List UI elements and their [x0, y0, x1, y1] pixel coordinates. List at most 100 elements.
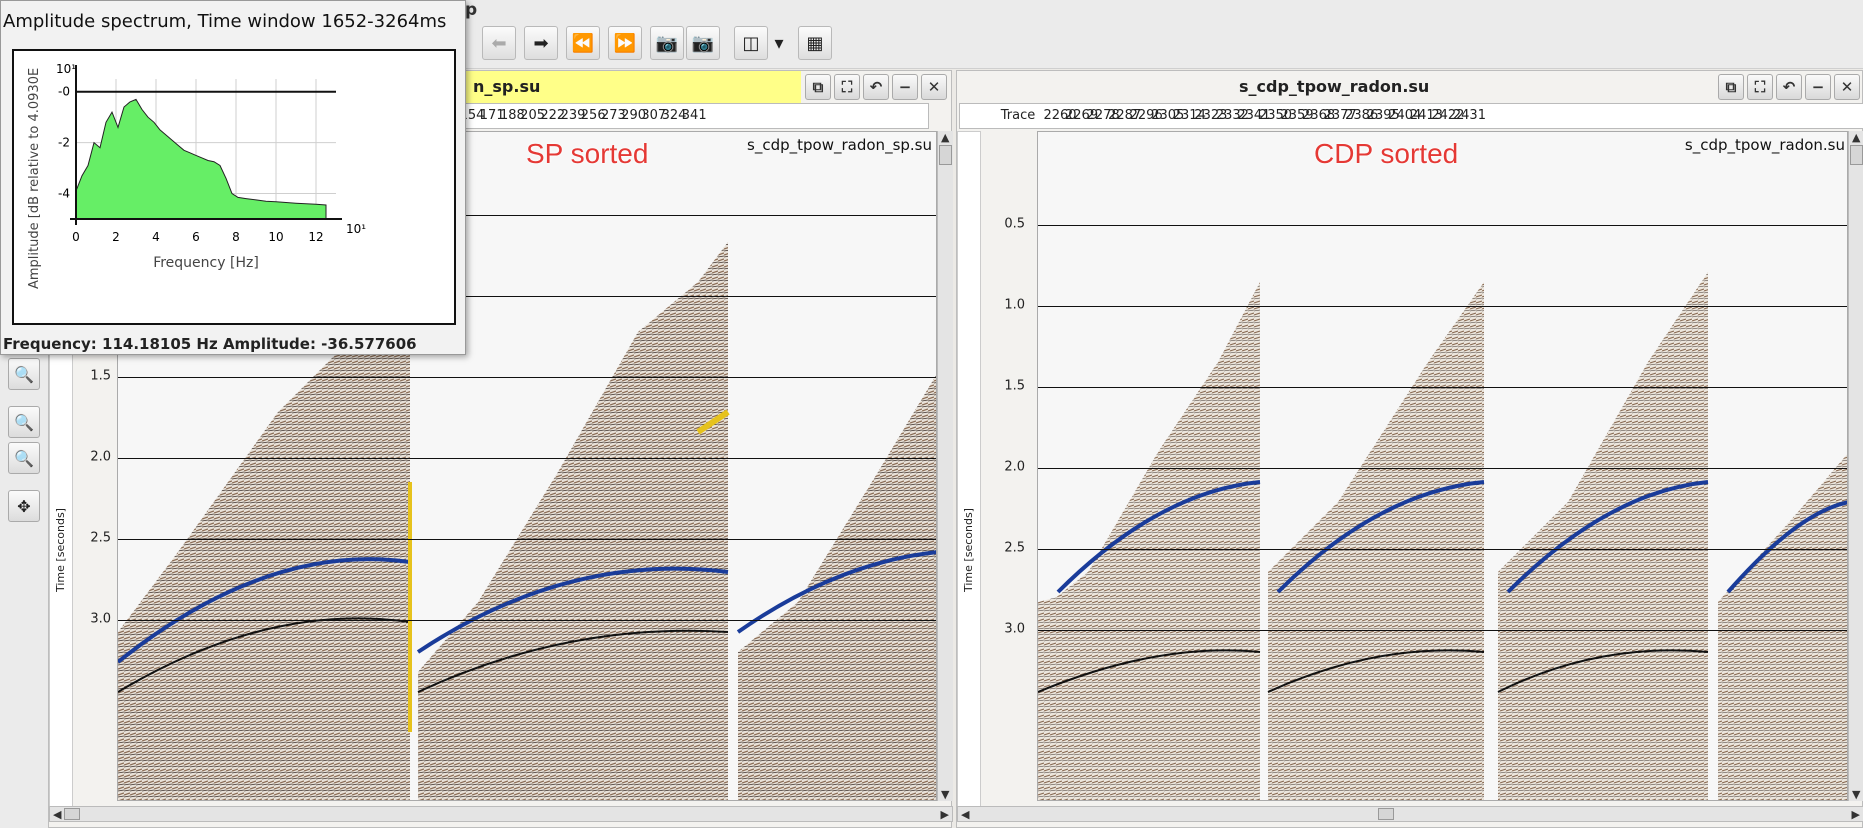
right-panel: s_cdp_tpow_radon.su ⧉ ⛶ ↶ − ✕ Trace 2260 2269…	[956, 70, 1863, 828]
step-forward-button[interactable]: ➡	[524, 26, 558, 60]
zoom-out-button[interactable]: 🔍	[8, 358, 40, 390]
left-time-axis-title: Time [seconds]	[54, 508, 67, 592]
time-tick: 0.5	[1004, 216, 1025, 232]
scroll-down-icon[interactable]: ▼	[1852, 788, 1860, 801]
right-sorted-label: CDP sorted	[1314, 138, 1459, 169]
right-seismic-image	[1038, 222, 1847, 800]
layout-dropdown[interactable]: ▾	[768, 26, 790, 60]
spectrum-x-tick-label: 12	[308, 230, 323, 244]
left-horizontal-scrollbar[interactable]: ◀ ▶	[49, 806, 953, 822]
link-button[interactable]: ⧉	[805, 74, 831, 100]
grid-layout-button[interactable]: ▦	[798, 26, 832, 60]
time-tick: 2.0	[1004, 459, 1025, 475]
right-arrow-icon: ➡	[533, 32, 549, 54]
left-panel-title: n_sp.su	[473, 77, 541, 96]
undo-button[interactable]: ↶	[863, 74, 889, 100]
close-button[interactable]: ✕	[1834, 74, 1860, 100]
snapshot-button[interactable]: 📷	[650, 26, 684, 60]
time-tick: 2.5	[90, 530, 111, 546]
scroll-thumb[interactable]	[1378, 808, 1394, 820]
trace-axis-label: Trace	[1000, 108, 1036, 123]
right-trace-axis: Trace 2260 2269 2278 2287 2296 2305 2314 2323 23…	[959, 103, 1863, 129]
spectrum-x-tick-label: 4	[152, 230, 160, 244]
time-tick: 3.0	[90, 611, 111, 627]
right-seismic-plot[interactable]: s_cdp_tpow_radon.su CDP sorted	[1037, 131, 1848, 801]
left-gridline-3.0	[118, 620, 936, 621]
time-tick: 2.0	[90, 449, 111, 465]
layout-button[interactable]: ◫	[734, 26, 768, 60]
zoom-in-button[interactable]: 🔍	[8, 406, 40, 438]
spectrum-x-tick-label: 10	[268, 230, 283, 244]
grid-icon: ▦	[806, 32, 824, 54]
time-tick: 1.5	[1004, 378, 1025, 394]
minimize-button[interactable]: −	[892, 74, 918, 100]
spectrum-chart-frame: 0 2 4 6 8 10 12 -0 -2 -4 10¹ 10¹ Frequency [Hz] Ampli…	[12, 49, 456, 325]
left-gridline-1.5	[118, 377, 936, 378]
left-gridline-2.0	[118, 458, 936, 459]
spectrum-y-tick-label: -0	[58, 85, 70, 99]
amplitude-spectrum-popup[interactable]: Amplitude spectrum, Time window 1652-326…	[0, 0, 466, 355]
right-gridline-3.0	[1038, 630, 1847, 631]
right-gridline-2.5	[1038, 549, 1847, 550]
camera-icon: 📷	[655, 32, 679, 54]
right-vertical-scrollbar[interactable]: ▲ ▼	[1848, 131, 1863, 801]
zoom-toolbar: 🔍 🔍 🔍 ✥	[0, 350, 48, 828]
camera-frame-icon: 📷	[691, 32, 715, 54]
right-panel-title: s_cdp_tpow_radon.su	[1239, 77, 1430, 96]
popup-title: Amplitude spectrum, Time window 1652-326…	[3, 11, 447, 32]
time-tick: 3.0	[1004, 621, 1025, 637]
undo-button[interactable]: ↶	[1776, 74, 1802, 100]
scroll-thumb[interactable]	[1850, 145, 1863, 165]
scroll-thumb[interactable]	[939, 145, 952, 165]
scroll-left-icon[interactable]: ◀	[53, 808, 61, 821]
step-back-button[interactable]: ⬅	[482, 26, 516, 60]
double-left-arrow-icon: ⏪	[571, 32, 595, 54]
left-arrow-icon: ⬅	[491, 32, 507, 54]
right-gridline-0.5	[1038, 225, 1847, 226]
spectrum-x-tick-label: 0	[72, 230, 80, 244]
left-vertical-scrollbar[interactable]: ▲ ▼	[937, 131, 953, 801]
right-gridline-2.0	[1038, 468, 1847, 469]
close-button[interactable]: ✕	[921, 74, 947, 100]
fast-forward-button[interactable]: ⏩	[608, 26, 642, 60]
maximize-button[interactable]: ⛶	[1747, 74, 1773, 100]
right-time-ticks: 0.5 1.0 1.5 2.0 2.5 3.0	[981, 131, 1031, 819]
spectrum-chart: 0 2 4 6 8 10 12 -0 -2 -4 10¹ 10¹ Frequency [Hz] Ampli…	[27, 62, 366, 289]
spectrum-x-scale-exponent: 10¹	[346, 222, 366, 236]
zoom-in-icon: 🔍	[14, 412, 34, 432]
right-file-label: s_cdp_tpow_radon.su	[1684, 136, 1845, 154]
scroll-right-icon[interactable]: ▶	[1852, 808, 1860, 821]
right-gridline-1.0	[1038, 306, 1847, 307]
minimize-button[interactable]: −	[1805, 74, 1831, 100]
fit-view-button[interactable]: ✥	[8, 490, 40, 522]
scroll-right-icon[interactable]: ▶	[941, 808, 949, 821]
fast-back-button[interactable]: ⏪	[566, 26, 600, 60]
link-button[interactable]: ⧉	[1718, 74, 1744, 100]
scroll-thumb[interactable]	[64, 808, 80, 820]
fit-view-icon: ✥	[17, 496, 31, 516]
left-sorted-label: SP sorted	[526, 138, 649, 169]
maximize-button[interactable]: ⛶	[834, 74, 860, 100]
spectrum-x-axis-title: Frequency [Hz]	[153, 255, 259, 271]
menu-fragment[interactable]: p	[465, 0, 477, 20]
scroll-up-icon[interactable]: ▲	[1852, 131, 1860, 144]
right-panel-titlebar[interactable]: s_cdp_tpow_radon.su ⧉ ⛶ ↶ − ✕	[957, 71, 1862, 103]
spectrum-y-tick-label: -2	[58, 136, 70, 150]
spectrum-y-axis-title: Amplitude [dB relative to 4.0930E	[27, 68, 42, 289]
chevron-down-icon: ▾	[774, 32, 784, 54]
right-time-axis-title: Time [seconds]	[962, 508, 975, 592]
scroll-left-icon[interactable]: ◀	[961, 808, 969, 821]
popup-status: Frequency: 114.18105 Hz Amplitude: -36.5…	[3, 335, 417, 353]
scroll-down-icon[interactable]: ▼	[941, 788, 949, 801]
scroll-up-icon[interactable]: ▲	[941, 131, 949, 144]
snapshot-all-button[interactable]: 📷	[686, 26, 720, 60]
spectrum-area	[75, 98, 327, 220]
left-file-label: s_cdp_tpow_radon_sp.su	[747, 136, 932, 154]
zoom-out-icon: 🔍	[14, 364, 34, 384]
spectrum-y-tick-label: -4	[58, 187, 70, 201]
right-horizontal-scrollbar[interactable]: ◀ ▶	[957, 806, 1863, 822]
zoom-out-alt-button[interactable]: 🔍	[8, 442, 40, 474]
double-right-arrow-icon: ⏩	[613, 32, 637, 54]
spectrum-x-tick-label: 8	[232, 230, 240, 244]
time-tick: 1.5	[90, 368, 111, 384]
